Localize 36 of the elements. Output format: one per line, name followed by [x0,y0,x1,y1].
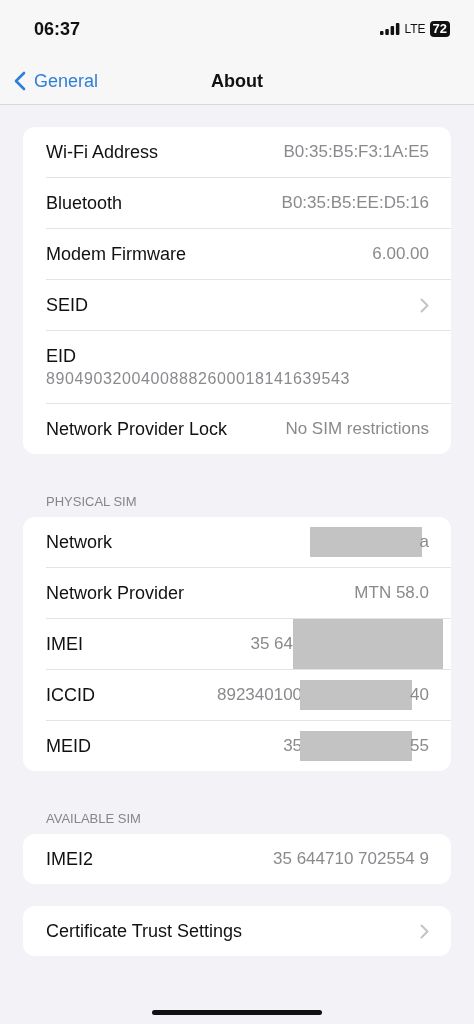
row-label: Network [46,531,112,553]
row-label: IMEI2 [46,848,93,870]
row-label: EID [46,346,76,367]
row-value: No SIM restrictions [285,419,429,439]
settings-row[interactable]: SEID [46,280,451,331]
section-header: AVAILABLE SIM [45,810,142,828]
row-value: MTN 58.0 [354,583,429,603]
row-label: Bluetooth [46,192,123,214]
row-value: a [419,532,429,552]
settings-row[interactable]: Certificate Trust Settings [46,906,451,956]
row-label: MEID [46,735,91,757]
signal-icon [380,23,401,35]
row-value: 89049032004008882600018141639543 [46,370,350,388]
section-header: PHYSICAL SIM [45,493,138,511]
row-value: 6.00.00 [372,244,429,264]
back-button[interactable]: General [14,70,99,92]
back-chevron-icon[interactable] [14,71,26,91]
row-value: B0:35:B5:F3:1A:E5 [283,142,429,162]
row-label: Network Provider [46,582,185,604]
battery-level: 72 [429,21,450,37]
row-label: IMEI [46,633,83,655]
page-title: About [211,70,263,92]
status-time: 06:37 [34,18,81,40]
row-value: 892340100 [217,685,303,705]
row-value: 55 [410,736,429,756]
row-label: Wi-Fi Address [46,141,159,163]
chevron-icon [420,297,429,313]
chevron-icon [420,923,429,939]
row-label: Network Provider Lock [46,418,228,440]
row-value: 35 64 [250,634,293,654]
row-value: 40 [410,685,429,705]
row-value: 35 644710 702554 9 [273,849,429,869]
row-label: Modem Firmware [46,243,187,265]
row-value: B0:35:B5:EE:D5:16 [281,193,429,213]
network-type: LTE [404,22,426,36]
row-label: ICCID [46,684,95,706]
